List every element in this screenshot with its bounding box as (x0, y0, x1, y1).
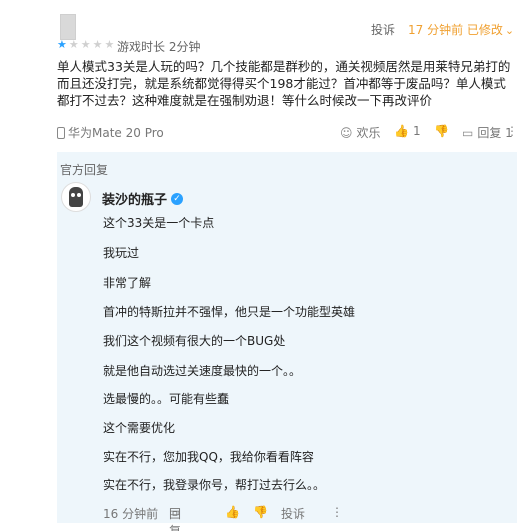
more-icon: ⋮ (331, 505, 343, 519)
bottle-face-icon (69, 187, 83, 207)
edited-timestamp-dropdown[interactable]: 17 分钟前 已修改 ⌄ (408, 21, 514, 38)
thumbs-down-icon: 👎 (253, 505, 268, 519)
star-icon: ★ (104, 38, 115, 51)
comment-icon: ▭ (462, 125, 474, 140)
reply-report-button[interactable]: 投诉 (281, 505, 305, 522)
reply-line: 选最慢的。。可能有些蠢 (103, 392, 230, 406)
star-icon: ★ (57, 38, 67, 51)
reply-line: 首冲的特斯拉并不强悍，他只是一个功能型英雄 (103, 305, 356, 319)
device-info: 华为Mate 20 Pro (57, 124, 164, 141)
like-button[interactable]: 👍 1 (394, 124, 421, 138)
more-icon: ⋮ (506, 124, 518, 138)
chevron-down-icon: ⌄ (504, 24, 515, 37)
reply-line: 这个33关是一个卡点 (103, 216, 215, 230)
reply-line: 我们这个视频有很大的一个BUG处 (103, 334, 286, 348)
fun-label: 欢乐 (356, 126, 381, 140)
star-icon: ★ (68, 38, 79, 51)
developer-name-label: 装沙的瓶子 (102, 193, 168, 208)
phone-icon (57, 126, 65, 139)
reply-line: 实在不行，我登录你号，帮打过去行么。。 (103, 478, 326, 492)
reply-time: 16 分钟前 (103, 507, 159, 521)
reply-reply-label: 回复 (169, 507, 182, 531)
verified-icon: ✓ (171, 192, 184, 205)
star-icon: ★ (92, 38, 103, 51)
review-text: 单人模式33关是人玩的吗？几个技能都是群秒的，通关视频居然是用莱特兄弟打的而且还… (57, 59, 511, 108)
star-icon: ★ (80, 38, 91, 51)
more-button[interactable]: ⋮ (506, 124, 518, 138)
thumbs-down-icon: 👎 (434, 124, 449, 138)
developer-name[interactable]: 装沙的瓶子 ✓ (102, 189, 184, 208)
official-reply-box: 官方回复 装沙的瓶子 ✓ 这个33关是一个卡点 我玩过 非常了解 首冲的特斯拉并… (57, 152, 517, 531)
reply-line: 就是他自动选过关速度最快的一个。。 (103, 364, 302, 378)
reply-line: 非常了解 (103, 276, 152, 290)
dislike-button[interactable]: 👎 (434, 124, 449, 138)
reply-footer: 16 分钟前 ▭ 回复 👍 👎 投诉 ⋮ (103, 505, 503, 531)
reply-line: 我玩过 (103, 246, 140, 260)
rating-stars: ★ ★ ★ ★ ★ (57, 39, 114, 50)
device-label: 华为Mate 20 Pro (68, 126, 164, 140)
official-reply-label: 官方回复 (60, 163, 109, 177)
review-footer: 华为Mate 20 Pro ☺ 欢乐 👍 1 👎 ▭ 回复 1 ⋮ (57, 124, 518, 141)
playtime-label: 游戏时长 2分钟 (117, 40, 201, 54)
fun-button[interactable]: ☺ 欢乐 (340, 124, 381, 141)
developer-avatar[interactable] (61, 182, 91, 212)
reply-line: 实在不行，您加我QQ，我给你看看阵容 (103, 450, 314, 464)
reply-line: 这个需要优化 (103, 421, 176, 435)
thumbs-up-icon: 👍 (225, 505, 240, 519)
thumbs-up-icon: 👍 (394, 124, 409, 138)
like-count: 1 (412, 124, 421, 138)
edited-label: 17 分钟前 已修改 (408, 23, 503, 37)
smile-icon: ☺ (340, 125, 353, 140)
user-avatar[interactable] (60, 14, 76, 40)
report-button[interactable]: 投诉 (371, 21, 395, 38)
